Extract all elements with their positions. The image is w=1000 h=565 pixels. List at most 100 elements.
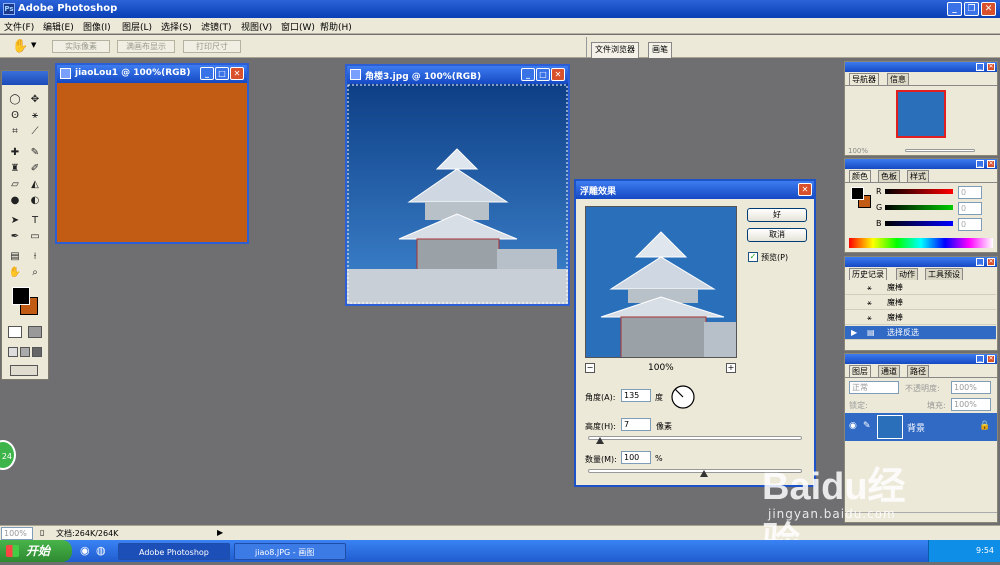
minimize-icon[interactable]: _ xyxy=(200,67,214,80)
eyedropper-icon[interactable]: ⟊ xyxy=(28,250,42,264)
magic-wand-icon[interactable]: ⚹ xyxy=(28,109,42,123)
close-icon[interactable]: ✕ xyxy=(230,67,244,80)
fill-input[interactable]: 100% xyxy=(951,398,991,411)
brush-icon[interactable]: ✎ xyxy=(28,146,42,160)
preview-image[interactable] xyxy=(585,206,737,358)
layer-row[interactable]: ◉ ✎ 背景 🔒 xyxy=(845,413,997,441)
crop-icon[interactable]: ⌗ xyxy=(8,125,22,139)
cancel-button[interactable]: 取消 xyxy=(747,228,807,242)
standard-mode-icon[interactable] xyxy=(8,326,22,338)
type-icon[interactable]: T xyxy=(28,214,42,228)
file-browser-tab[interactable]: 文件浏览器 xyxy=(591,42,639,58)
close-icon[interactable]: ✕ xyxy=(987,160,995,168)
b-input[interactable]: 0 xyxy=(958,218,982,231)
g-slider[interactable] xyxy=(885,205,953,210)
pen-icon[interactable]: ✒ xyxy=(8,230,22,244)
notes-icon[interactable]: ▤ xyxy=(8,250,22,264)
hand-icon[interactable]: ✋ xyxy=(8,266,22,280)
bucket-icon[interactable]: ◭ xyxy=(28,178,42,192)
badge[interactable]: 24 xyxy=(0,440,16,470)
r-slider[interactable] xyxy=(885,189,953,194)
b-slider[interactable] xyxy=(885,221,953,226)
zoom-out-icon[interactable]: − xyxy=(585,363,595,373)
move-icon[interactable]: ✥ xyxy=(28,93,42,107)
tab-swatches[interactable]: 色板 xyxy=(878,170,900,182)
dodge-icon[interactable]: ◐ xyxy=(28,194,42,208)
menu-layer[interactable]: 图层(L) xyxy=(122,20,152,33)
tab-color[interactable]: 颜色 xyxy=(849,170,871,182)
slice-icon[interactable]: ⟋ xyxy=(28,125,42,139)
zoom-in-icon[interactable]: + xyxy=(726,363,736,373)
rectangle-icon[interactable]: ▭ xyxy=(28,230,42,244)
list-item[interactable]: ⚹ 魔棒 xyxy=(845,281,996,295)
close-icon[interactable]: ✕ xyxy=(798,183,812,196)
ok-button[interactable]: 好 xyxy=(747,208,807,222)
minimize-icon[interactable]: _ xyxy=(976,160,984,168)
brush-link-icon[interactable]: ✎ xyxy=(863,421,871,431)
preview-checkbox[interactable]: ✓ xyxy=(748,252,758,262)
ie-icon[interactable]: ◍ xyxy=(96,544,106,557)
tab-paths[interactable]: 路径 xyxy=(907,365,929,377)
g-input[interactable]: 0 xyxy=(958,202,982,215)
angle-input[interactable]: 135 xyxy=(621,389,651,402)
color-ramp[interactable] xyxy=(849,238,993,248)
navigator-zoom-slider[interactable] xyxy=(905,149,975,152)
opacity-input[interactable]: 100% xyxy=(951,381,991,394)
print-size-button[interactable]: 打印尺寸 xyxy=(183,40,241,53)
blend-mode-select[interactable]: 正常 xyxy=(849,381,899,394)
menu-file[interactable]: 文件(F) xyxy=(4,20,34,33)
navigator-thumbnail[interactable] xyxy=(896,90,946,138)
close-icon[interactable]: ✕ xyxy=(551,68,565,81)
close-icon[interactable]: ✕ xyxy=(987,355,995,363)
list-item[interactable]: ⚹ 魔棒 xyxy=(845,296,996,310)
fit-screen-button[interactable]: 满画布显示 xyxy=(117,40,175,53)
doc-canvas[interactable] xyxy=(57,83,247,242)
height-input[interactable]: 7 xyxy=(621,418,651,431)
healing-brush-icon[interactable]: ✚ xyxy=(8,146,22,160)
maximize-icon[interactable]: □ xyxy=(215,67,229,80)
lasso-icon[interactable]: ʘ xyxy=(8,109,22,123)
marquee-icon[interactable]: ◯ xyxy=(8,93,22,107)
maximize-icon[interactable]: ❐ xyxy=(964,2,979,16)
status-zoom[interactable]: 100% xyxy=(1,527,33,540)
hand-tool-icon[interactable]: ✋ xyxy=(12,39,28,54)
fg-swatch[interactable] xyxy=(851,187,864,200)
blur-icon[interactable]: ● xyxy=(8,194,22,208)
eye-icon[interactable]: ◉ xyxy=(849,421,857,431)
tab-layers[interactable]: 图层 xyxy=(849,365,871,377)
height-slider-knob[interactable] xyxy=(596,437,604,444)
actual-pixels-button[interactable]: 实际像素 xyxy=(52,40,110,53)
menu-edit[interactable]: 编辑(E) xyxy=(43,20,74,33)
task-photoshop[interactable]: Adobe Photoshop xyxy=(118,543,230,560)
chevron-down-icon[interactable]: ▼ xyxy=(31,41,36,49)
r-input[interactable]: 0 xyxy=(958,186,982,199)
tab-tool-presets[interactable]: 工具预设 xyxy=(925,268,963,280)
history-brush-icon[interactable]: ✐ xyxy=(28,162,42,176)
tab-navigator[interactable]: 导航器 xyxy=(849,73,879,85)
tab-history[interactable]: 历史记录 xyxy=(849,268,887,280)
minimize-icon[interactable]: _ xyxy=(976,258,984,266)
close-icon[interactable]: ✕ xyxy=(987,258,995,266)
screen-mode-3-icon[interactable] xyxy=(32,347,42,357)
status-menu-arrow-icon[interactable]: ▶ xyxy=(217,528,223,537)
quickmask-mode-icon[interactable] xyxy=(28,326,42,338)
amount-slider-knob[interactable] xyxy=(700,470,708,477)
angle-dial[interactable] xyxy=(670,384,696,410)
height-slider[interactable] xyxy=(588,436,802,440)
screen-mode-1-icon[interactable] xyxy=(8,347,18,357)
eraser-icon[interactable]: ▱ xyxy=(8,178,22,192)
maximize-icon[interactable]: □ xyxy=(536,68,550,81)
tab-styles[interactable]: 样式 xyxy=(907,170,929,182)
list-item-selected[interactable]: ▶ ▤ 选择反选 xyxy=(845,326,996,340)
stamp-icon[interactable]: ♜ xyxy=(8,162,22,176)
foreground-color-swatch[interactable] xyxy=(12,287,30,305)
menu-select[interactable]: 选择(S) xyxy=(161,20,192,33)
show-desktop-icon[interactable]: ◉ xyxy=(80,544,90,557)
minimize-icon[interactable]: _ xyxy=(976,355,984,363)
minimize-icon[interactable]: _ xyxy=(976,63,984,71)
zoom-icon[interactable]: ⌕ xyxy=(28,266,42,280)
brushes-tab[interactable]: 画笔 xyxy=(648,42,672,58)
minimize-icon[interactable]: _ xyxy=(521,68,535,81)
tab-actions[interactable]: 动作 xyxy=(896,268,918,280)
start-button[interactable]: 开始 xyxy=(0,540,72,562)
